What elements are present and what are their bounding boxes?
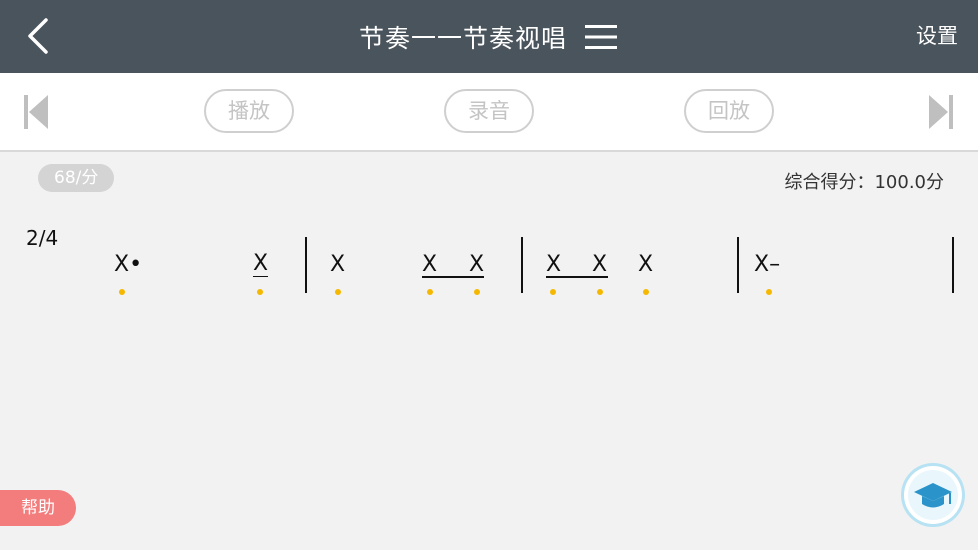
note-eighth: X [546,252,562,277]
settings-button[interactable]: 设置 [916,20,958,50]
beam-line [422,276,484,278]
note-dotted: X• [114,252,143,277]
menu-icon[interactable] [583,22,619,52]
skip-next-icon[interactable] [927,93,955,131]
play-button[interactable]: 播放 [204,89,294,133]
note-quarter: X [330,252,346,277]
beat-dot [119,289,125,295]
note-eighth: X [253,251,269,277]
beat-dot [335,289,341,295]
beat-dot [643,289,649,295]
note-eighth: X [469,252,485,277]
control-toolbar: 播放 录音 回放 [0,73,978,152]
page-title-row: 节奏一一节奏视唱 [0,0,978,73]
help-button[interactable]: 帮助 [0,490,76,526]
note-eighth: X [592,252,608,277]
skip-previous-icon[interactable] [22,93,50,131]
bar-line [952,237,954,293]
bar-line [737,237,739,293]
note-quarter: X [638,252,654,277]
time-signature: 2/4 [26,226,59,250]
beat-dot [427,289,433,295]
bar-line [305,237,307,293]
note-half: X– [754,252,781,277]
graduation-cap-icon [908,470,958,520]
playback-button[interactable]: 回放 [684,89,774,133]
beat-dot [766,289,772,295]
beat-dot [257,289,263,295]
tutorial-fab[interactable] [904,466,962,524]
header-bar: 节奏一一节奏视唱 设置 [0,0,978,73]
beam-line [546,276,608,278]
score-summary: 综合得分：100.0分 [784,172,944,193]
bar-line [521,237,523,293]
beat-dot [550,289,556,295]
page-title: 节奏一一节奏视唱 [358,23,567,53]
tempo-badge: 68/分 [38,164,115,192]
beat-dot [474,289,480,295]
record-button[interactable]: 录音 [444,89,534,133]
beat-dot [597,289,603,295]
note-eighth: X [422,252,438,277]
